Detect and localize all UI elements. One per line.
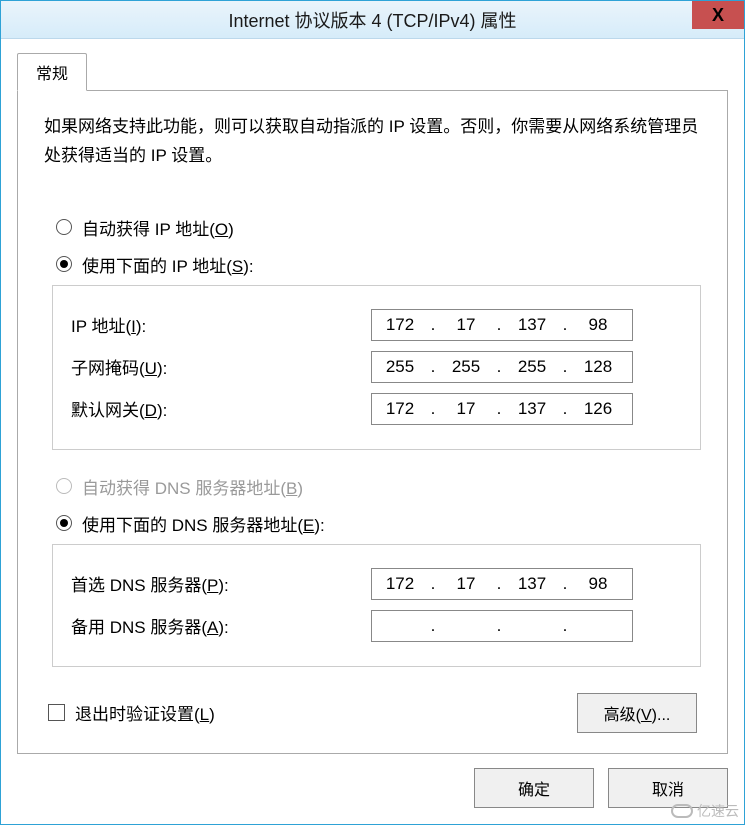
- checkbox-icon: [48, 704, 65, 721]
- dns2-octet-1[interactable]: [372, 616, 428, 636]
- ok-button[interactable]: 确定: [474, 768, 594, 808]
- preferred-dns-input[interactable]: . . .: [371, 568, 633, 600]
- dns2-octet-2[interactable]: [438, 616, 494, 636]
- ip-octet-3[interactable]: [504, 315, 560, 335]
- close-icon: X: [712, 5, 724, 26]
- mask-octet-1[interactable]: [372, 357, 428, 377]
- tabstrip: 常规: [17, 53, 728, 90]
- dialog-window: Internet 协议版本 4 (TCP/IPv4) 属性 X 常规 如果网络支…: [0, 0, 745, 825]
- tab-general[interactable]: 常规: [17, 53, 87, 91]
- radio-icon: [56, 256, 72, 272]
- dialog-buttons: 确定 取消: [17, 768, 728, 808]
- ip-group: IP 地址(I): . . . 子网掩码(U): . . .: [52, 285, 701, 450]
- radio-manual-dns[interactable]: 使用下面的 DNS 服务器地址(E):: [56, 511, 701, 536]
- close-button[interactable]: X: [692, 1, 744, 29]
- description-text: 如果网络支持此功能，则可以获取自动指派的 IP 设置。否则，你需要从网络系统管理…: [44, 113, 701, 171]
- field-subnet-mask: 子网掩码(U): . . .: [71, 351, 684, 383]
- gw-octet-3[interactable]: [504, 399, 560, 419]
- field-preferred-dns: 首选 DNS 服务器(P): . . .: [71, 568, 684, 600]
- mask-octet-3[interactable]: [504, 357, 560, 377]
- radio-auto-dns: 自动获得 DNS 服务器地址(B): [56, 474, 701, 499]
- dns2-octet-3[interactable]: [504, 616, 560, 636]
- subnet-mask-input[interactable]: . . .: [371, 351, 633, 383]
- dns1-octet-2[interactable]: [438, 574, 494, 594]
- bottom-row: 退出时验证设置(L) 高级(V)...: [44, 693, 701, 733]
- ip-octet-1[interactable]: [372, 315, 428, 335]
- field-ip-address: IP 地址(I): . . .: [71, 309, 684, 341]
- alternate-dns-input[interactable]: . . .: [371, 610, 633, 642]
- dns-group: 首选 DNS 服务器(P): . . . 备用 DNS 服务器(A): . . …: [52, 544, 701, 667]
- gw-octet-4[interactable]: [570, 399, 626, 419]
- field-alternate-dns: 备用 DNS 服务器(A): . . .: [71, 610, 684, 642]
- mask-octet-2[interactable]: [438, 357, 494, 377]
- field-default-gateway: 默认网关(D): . . .: [71, 393, 684, 425]
- dns1-octet-4[interactable]: [570, 574, 626, 594]
- client-area: 常规 如果网络支持此功能，则可以获取自动指派的 IP 设置。否则，你需要从网络系…: [1, 39, 744, 824]
- dns1-octet-1[interactable]: [372, 574, 428, 594]
- gateway-input[interactable]: . . .: [371, 393, 633, 425]
- radio-icon: [56, 219, 72, 235]
- radio-manual-ip[interactable]: 使用下面的 IP 地址(S):: [56, 252, 701, 277]
- ip-address-input[interactable]: . . .: [371, 309, 633, 341]
- window-title: Internet 协议版本 4 (TCP/IPv4) 属性: [228, 7, 516, 33]
- validate-on-exit-checkbox[interactable]: 退出时验证设置(L): [48, 700, 215, 725]
- dns2-octet-4[interactable]: [570, 616, 626, 636]
- tab-page-general: 如果网络支持此功能，则可以获取自动指派的 IP 设置。否则，你需要从网络系统管理…: [17, 90, 728, 754]
- titlebar: Internet 协议版本 4 (TCP/IPv4) 属性 X: [1, 1, 744, 39]
- ip-octet-2[interactable]: [438, 315, 494, 335]
- mask-octet-4[interactable]: [570, 357, 626, 377]
- radio-icon: [56, 478, 72, 494]
- gw-octet-1[interactable]: [372, 399, 428, 419]
- advanced-button[interactable]: 高级(V)...: [577, 693, 697, 733]
- ip-octet-4[interactable]: [570, 315, 626, 335]
- radio-auto-ip[interactable]: 自动获得 IP 地址(O): [56, 215, 701, 240]
- cancel-button[interactable]: 取消: [608, 768, 728, 808]
- dns1-octet-3[interactable]: [504, 574, 560, 594]
- radio-icon: [56, 515, 72, 531]
- gw-octet-2[interactable]: [438, 399, 494, 419]
